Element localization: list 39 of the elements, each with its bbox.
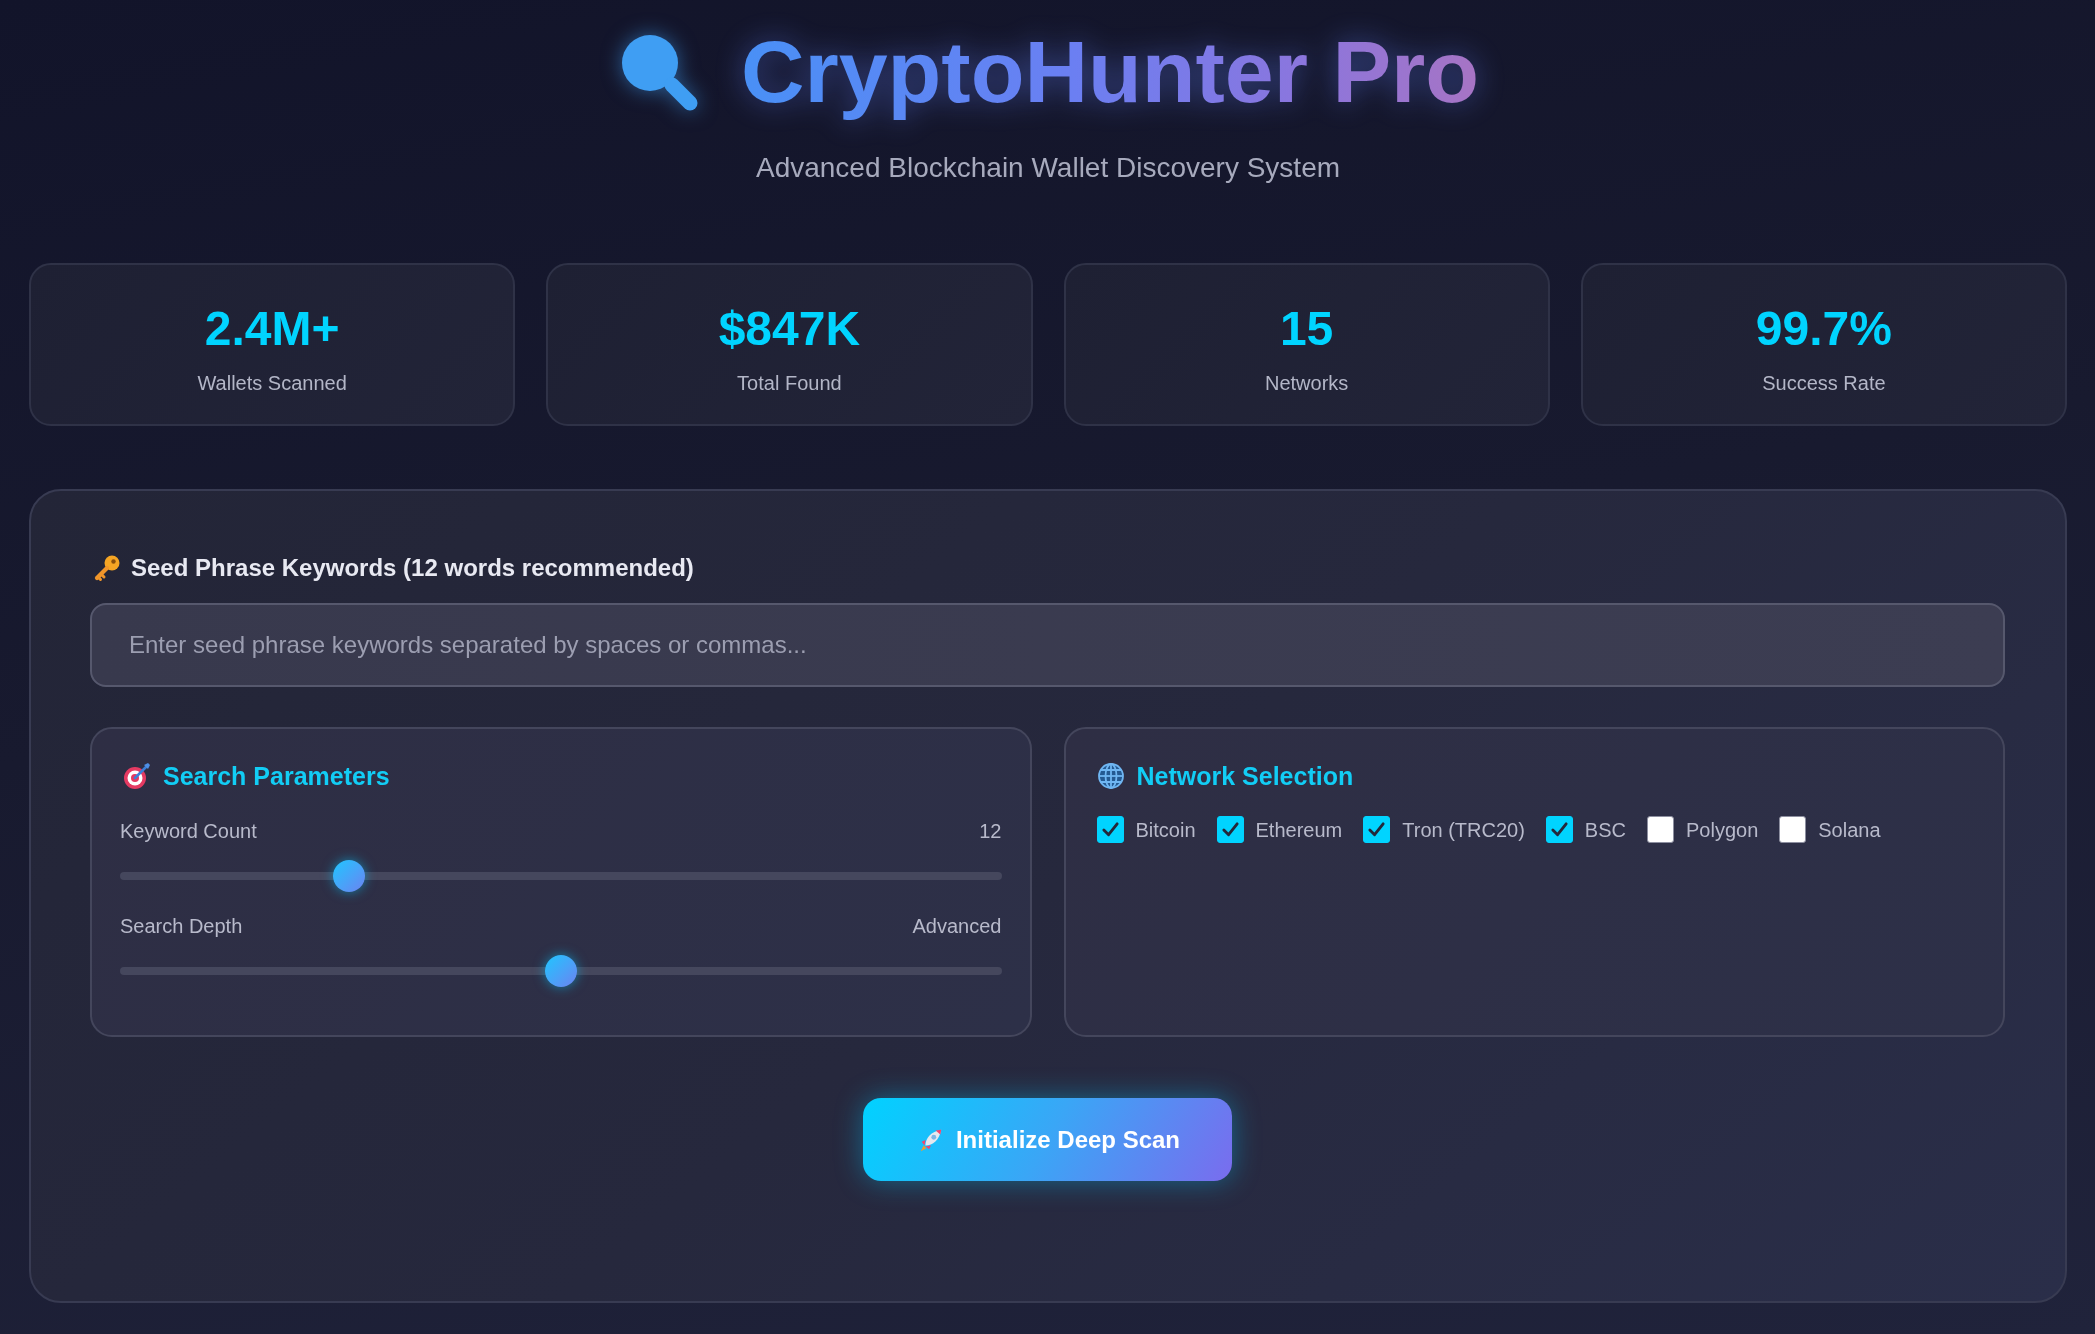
stat-label: Total Found bbox=[736, 371, 843, 396]
checkbox-label: Polygon bbox=[1686, 817, 1759, 843]
stat-label: Networks bbox=[1263, 371, 1350, 396]
checkbox-label: Ethereum bbox=[1255, 817, 1343, 843]
globe-icon bbox=[1096, 762, 1125, 790]
slider-value: Advanced bbox=[912, 914, 1002, 939]
stat-value: 2.4M+ bbox=[203, 303, 341, 355]
checkbox[interactable] bbox=[1363, 816, 1391, 843]
checkbox-label: Tron (TRC20) bbox=[1402, 817, 1525, 843]
checkbox[interactable] bbox=[1096, 816, 1124, 843]
checkbox[interactable] bbox=[1779, 816, 1807, 843]
slider-label: Search Depth bbox=[120, 914, 243, 939]
checkbox[interactable] bbox=[1647, 816, 1674, 843]
app-subtitle: Advanced Blockchain Wallet Discovery System bbox=[755, 151, 1341, 185]
panel-heading: Network Selection bbox=[1136, 761, 1354, 792]
checkmark-icon bbox=[1220, 820, 1240, 839]
slider-thumb[interactable] bbox=[544, 955, 577, 987]
checkbox[interactable] bbox=[1216, 816, 1244, 843]
checkbox-label: Solana bbox=[1818, 817, 1881, 843]
stat-value: $847K bbox=[717, 303, 862, 355]
stat-value: 99.7% bbox=[1754, 303, 1893, 355]
stat-label: Success Rate bbox=[1761, 371, 1887, 396]
panel-heading: Search Parameters bbox=[163, 761, 390, 792]
stat-value: 15 bbox=[1278, 303, 1335, 355]
target-icon bbox=[123, 762, 151, 790]
checkmark-icon bbox=[1100, 820, 1120, 839]
seed-phrase-input[interactable]: Enter seed phrase keywords separated by spaces or commas... bbox=[90, 603, 2005, 687]
stat-label: Wallets Scanned bbox=[196, 371, 348, 396]
checkbox[interactable] bbox=[1545, 816, 1573, 843]
checkbox-label: Bitcoin bbox=[1135, 817, 1196, 843]
slider-label: Keyword Count bbox=[120, 819, 257, 844]
checkmark-icon bbox=[1549, 820, 1569, 839]
slider-thumb[interactable] bbox=[333, 860, 366, 892]
initialize-scan-button[interactable]: Initialize Deep Scan bbox=[862, 1098, 1233, 1181]
checkmark-icon bbox=[1367, 820, 1387, 839]
checkbox-label: BSC bbox=[1584, 817, 1626, 843]
slider-value: 12 bbox=[979, 819, 1002, 844]
key-icon bbox=[93, 554, 121, 582]
seed-phrase-label: Seed Phrase Keywords (12 words recommended) bbox=[131, 553, 694, 583]
